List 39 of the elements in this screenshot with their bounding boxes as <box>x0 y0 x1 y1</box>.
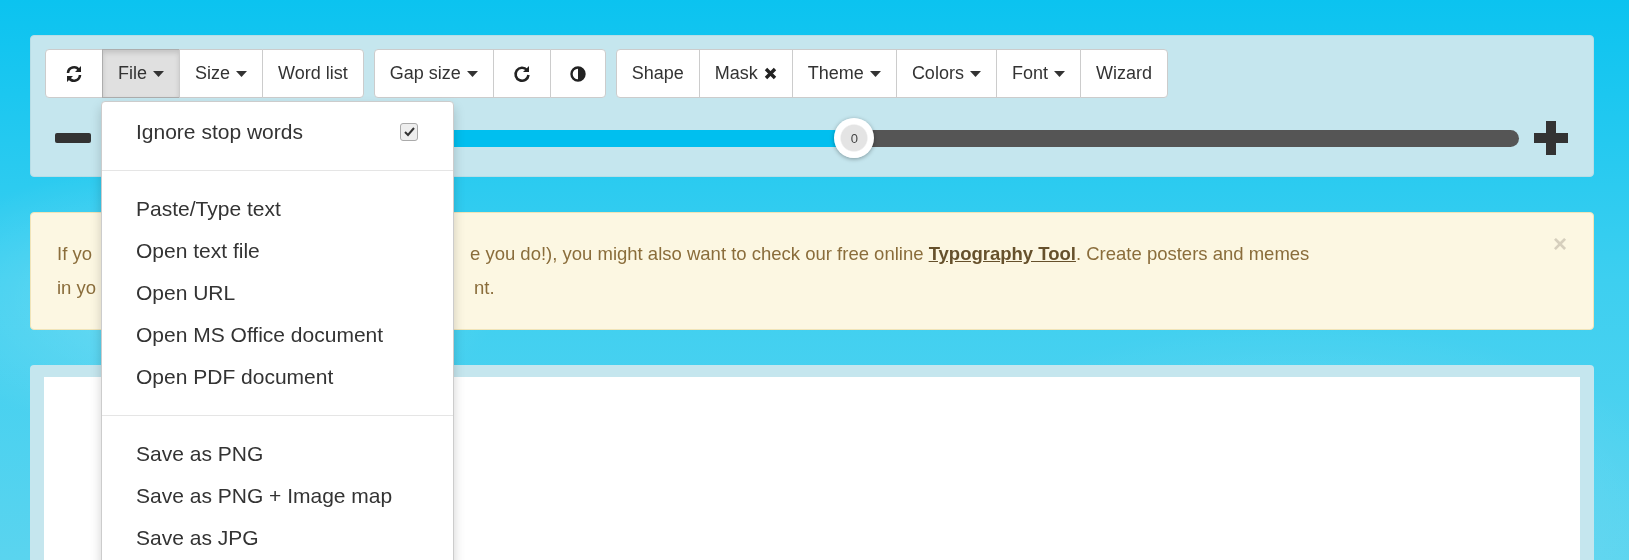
menu-item[interactable]: Open MS Office document <box>102 314 453 356</box>
menu-item[interactable]: Save as PNG + Image map <box>102 475 453 517</box>
dropdown-button[interactable]: Colors <box>895 49 997 98</box>
dropdown-button[interactable]: Size <box>179 49 264 98</box>
plus-icon[interactable] <box>1533 120 1569 156</box>
menu-item[interactable]: Open PDF document <box>102 356 453 398</box>
caret-icon <box>153 70 164 77</box>
contrast-icon <box>569 65 586 82</box>
caret-icon <box>969 70 981 77</box>
alert-text: nt. <box>474 276 495 300</box>
caret-icon <box>236 70 248 77</box>
alert-text: If yo <box>57 242 92 266</box>
dropdown-button[interactable]: Font <box>995 49 1081 98</box>
menu-item[interactable]: Save as JPG <box>102 517 453 559</box>
toolbar-button[interactable]: Shape <box>615 49 700 98</box>
alert-text: in yo <box>57 276 97 300</box>
rotate-button[interactable] <box>492 49 551 98</box>
menu-item[interactable]: Save as PNG <box>102 433 453 475</box>
menu-item[interactable]: Open text file <box>102 230 453 272</box>
refresh-button[interactable] <box>45 49 103 98</box>
contrast-button[interactable] <box>549 49 606 98</box>
alert-text: e you do!), you might also want to check our free online Typography Tool. Create posters and memes <box>469 242 1310 266</box>
toolbar-button[interactable]: Mask <box>698 49 793 98</box>
checkbox[interactable] <box>400 123 418 141</box>
dropdown-button[interactable]: Theme <box>791 49 897 98</box>
slider-thumb[interactable]: 0 <box>834 118 875 158</box>
refresh-icon <box>65 64 83 83</box>
caret-icon <box>869 70 881 77</box>
dropdown-button[interactable]: File <box>102 49 180 98</box>
check-icon <box>403 127 415 137</box>
menu-item[interactable]: Open URL <box>102 272 453 314</box>
toolbar-button[interactable]: Word list <box>262 49 364 98</box>
toolbar-button[interactable]: Wizard <box>1079 49 1168 98</box>
close-icon <box>763 67 777 80</box>
menu-item[interactable]: Paste/Type text <box>102 188 453 230</box>
caret-icon <box>1053 70 1065 77</box>
rotate-icon <box>512 64 531 83</box>
dropdown-button[interactable]: Gap size <box>373 49 494 98</box>
caret-icon <box>466 70 478 77</box>
